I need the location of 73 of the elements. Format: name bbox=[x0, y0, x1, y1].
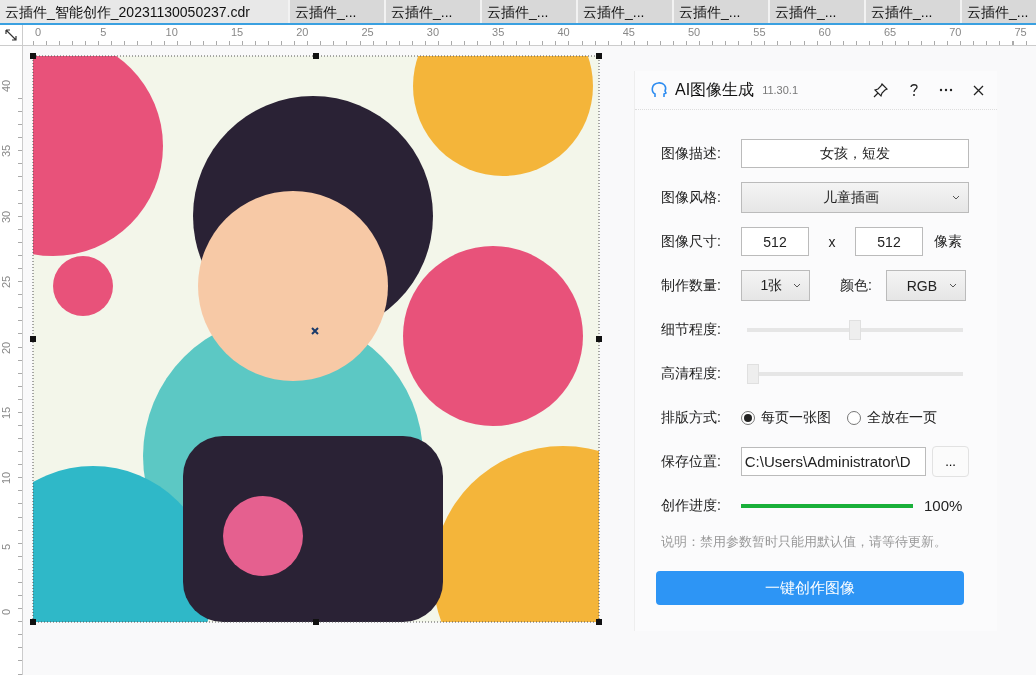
ruler-label: 15 bbox=[0, 406, 12, 419]
field-label: 高清程度: bbox=[661, 364, 722, 383]
ruler-label: 75 bbox=[1014, 26, 1027, 38]
count-dropdown[interactable]: 1张 bbox=[741, 270, 810, 301]
chevron-down-icon bbox=[793, 283, 801, 288]
field-label: 图像风格: bbox=[661, 188, 722, 207]
ruler-label: 10 bbox=[165, 26, 178, 38]
color-dropdown[interactable]: RGB bbox=[885, 270, 966, 301]
slider-thumb[interactable] bbox=[747, 363, 759, 384]
ruler-label: 50 bbox=[688, 26, 701, 38]
description-field[interactable]: 女孩，短发 bbox=[740, 139, 969, 168]
ruler-label: 35 bbox=[492, 26, 505, 38]
ruler-label: 60 bbox=[818, 26, 831, 38]
height-field[interactable]: 512 bbox=[855, 227, 923, 256]
ruler-label: 25 bbox=[0, 275, 12, 289]
browse-button[interactable]: ... bbox=[932, 446, 969, 477]
chevron-down-icon bbox=[948, 283, 957, 288]
radio-label[interactable]: 每页一张图 bbox=[761, 408, 831, 427]
document-tab[interactable]: 云插件_... bbox=[962, 0, 1036, 23]
close-icon[interactable] bbox=[973, 84, 984, 96]
field-label: 保存位置: bbox=[661, 452, 722, 471]
slider-thumb[interactable] bbox=[849, 319, 861, 340]
ruler-label: 5 bbox=[0, 543, 12, 550]
document-tab[interactable]: 云插件_... bbox=[386, 0, 482, 23]
ruler-label: 15 bbox=[230, 26, 244, 38]
unit-label: 像素 bbox=[934, 232, 962, 251]
chevron-down-icon bbox=[952, 195, 960, 200]
version-label: 11.30.1 bbox=[762, 84, 798, 96]
ruler-label: 70 bbox=[949, 26, 962, 38]
pin-icon[interactable] bbox=[873, 82, 889, 98]
field-label: 图像描述: bbox=[661, 144, 722, 163]
radio-label[interactable]: 全放在一页 bbox=[867, 408, 937, 427]
more-icon[interactable] bbox=[939, 88, 953, 92]
document-tab[interactable]: 云插件_智能创作_20231130050237.cdr bbox=[0, 0, 290, 23]
note-text: 说明：禁用参数暂时只能用默认值，请等待更新。 bbox=[661, 534, 948, 551]
style-dropdown[interactable]: 儿童插画 bbox=[740, 182, 969, 213]
ruler-label: 20 bbox=[296, 26, 309, 38]
field-label: 细节程度: bbox=[661, 320, 722, 339]
ruler-label: 45 bbox=[622, 26, 635, 38]
ruler-label: 20 bbox=[0, 341, 12, 354]
field-label: 制作数量: bbox=[661, 276, 722, 295]
ruler-label: 65 bbox=[883, 26, 897, 38]
document-tab[interactable]: 云插件_... bbox=[482, 0, 578, 23]
ruler-label: 40 bbox=[557, 26, 570, 38]
progress-reading: 100% bbox=[924, 497, 963, 514]
ruler-label: 0 bbox=[0, 609, 12, 616]
ruler-label: 5 bbox=[100, 26, 107, 38]
ruler-label: 0 bbox=[35, 26, 42, 38]
radio-button[interactable] bbox=[741, 410, 755, 425]
width-field[interactable]: 512 bbox=[741, 227, 809, 256]
field-label: 颜色: bbox=[840, 276, 872, 295]
ruler-origin-icon[interactable] bbox=[5, 29, 17, 41]
ruler-label: 30 bbox=[0, 210, 12, 223]
ruler-label: 40 bbox=[0, 79, 12, 92]
ruler-label: 55 bbox=[753, 26, 766, 38]
ai-head-icon bbox=[649, 80, 669, 100]
ruler-label: 30 bbox=[426, 26, 440, 38]
panel-title: AI图像生成 bbox=[675, 79, 755, 100]
document-tab[interactable]: 云插件_... bbox=[578, 0, 674, 23]
field-label: 创作进度: bbox=[661, 496, 722, 515]
document-tab[interactable]: 云插件_... bbox=[290, 0, 386, 23]
field-label: 图像尺寸: bbox=[661, 232, 722, 251]
ruler-label: 35 bbox=[0, 145, 12, 158]
help-icon[interactable] bbox=[909, 83, 919, 97]
save-path-field[interactable]: C:\Users\Administrator\D bbox=[740, 447, 927, 476]
document-tab[interactable]: 云插件_... bbox=[770, 0, 866, 23]
document-tab[interactable]: 云插件_... bbox=[674, 0, 770, 23]
ruler-label: 10 bbox=[0, 472, 12, 485]
size-separator: x bbox=[827, 233, 837, 250]
ruler-label: 25 bbox=[361, 26, 374, 38]
field-label: 排版方式: bbox=[661, 408, 722, 427]
radio-button[interactable] bbox=[847, 410, 861, 425]
document-tab[interactable]: 云插件_... bbox=[866, 0, 962, 23]
